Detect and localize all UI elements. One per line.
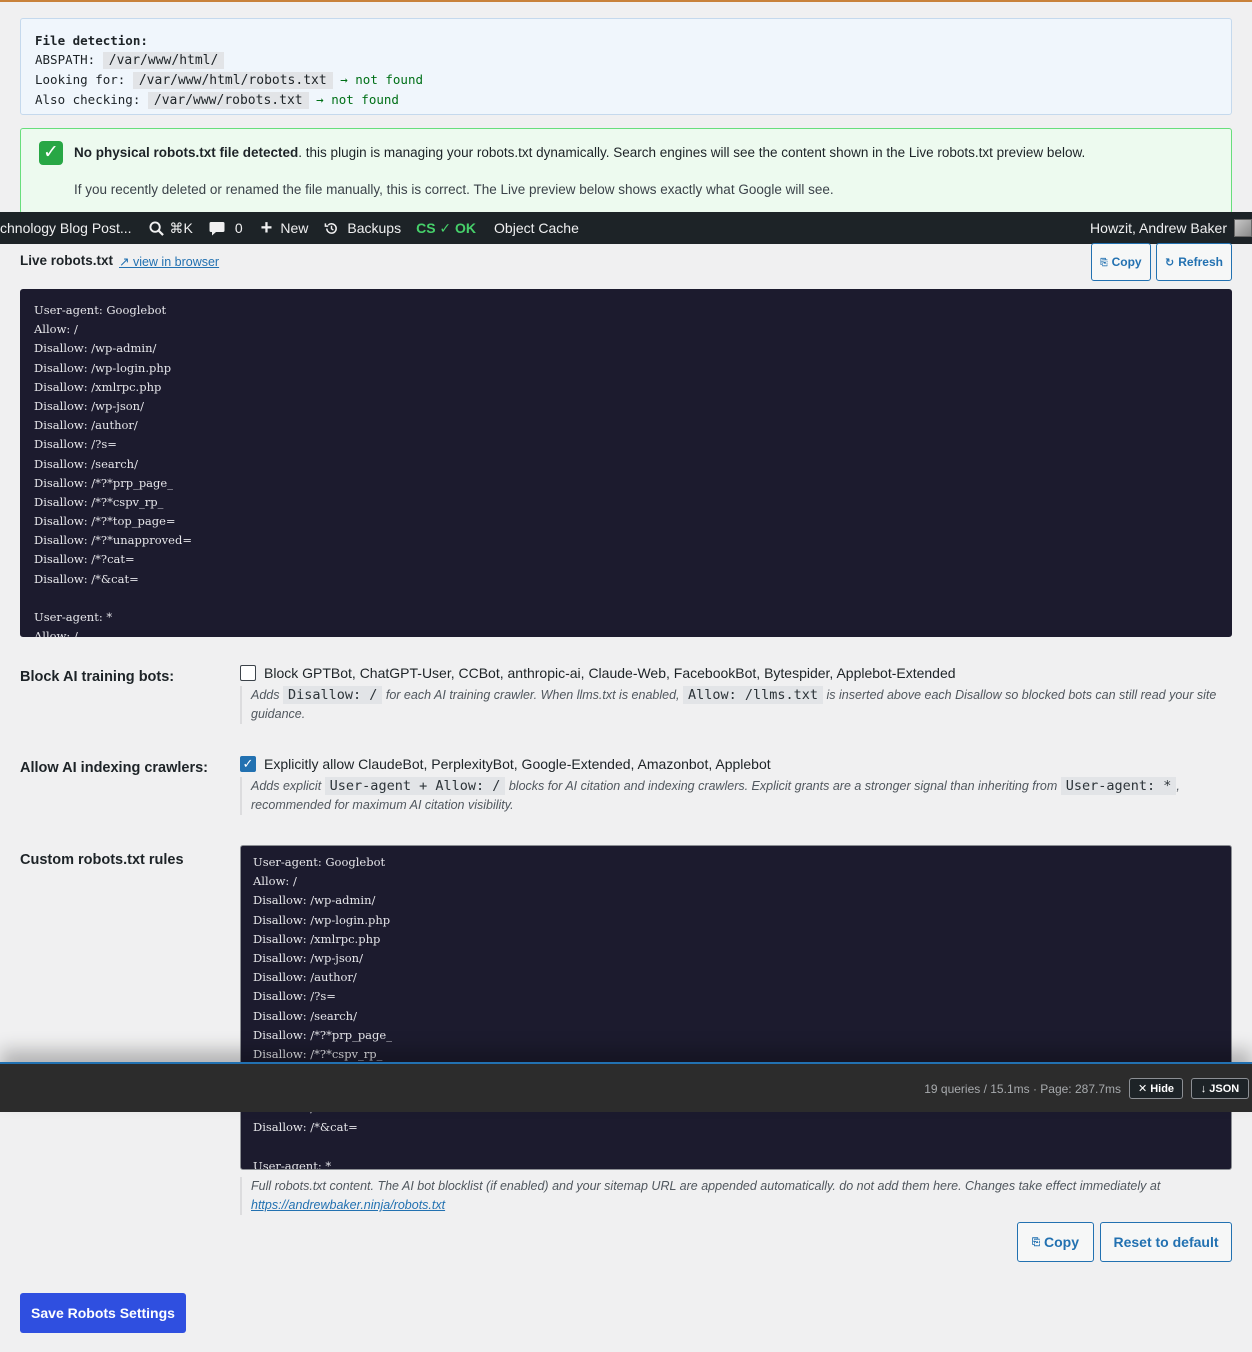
view-in-browser-link[interactable]: ↗ view in browser <box>119 254 219 269</box>
code-line: Disallow: /xmlrpc.php <box>34 379 162 394</box>
admin-search[interactable]: ⌘K <box>149 212 193 244</box>
abspath-row: ABSPATH: /var/www/html/ <box>35 50 1217 70</box>
admin-comments[interactable]: 0 <box>209 212 243 244</box>
site-name[interactable]: chnology Blog Post... <box>0 212 132 244</box>
code-line: Disallow: /wp-login.php <box>253 912 391 927</box>
plus-icon: + <box>260 217 273 239</box>
code-line: Disallow: /wp-admin/ <box>34 341 157 356</box>
code-line: Allow: / <box>34 322 78 337</box>
also-value: /var/www/robots.txt <box>147 92 309 109</box>
code-line: Disallow: /search/ <box>34 456 138 471</box>
live-robots-preview: User-agent: Googlebot Allow: / Disallow: /… <box>20 289 1232 637</box>
code-line: Disallow: /*?*prp_page_ <box>34 475 173 490</box>
looking-status: → not found <box>340 72 424 87</box>
block-ai-label: Block AI training bots: <box>20 669 175 685</box>
looking-value: /var/www/html/robots.txt <box>132 72 333 89</box>
notice-line-2: If you recently deleted or renamed the f… <box>74 182 834 197</box>
custom-rules-textarea[interactable]: User-agent: Googlebot Allow: / Disallow: /… <box>240 845 1232 1170</box>
admin-new[interactable]: + New <box>261 212 309 244</box>
block-ai-description: Adds Disallow: / for each AI training cr… <box>240 686 1232 724</box>
qm-json-button[interactable]: ↓ JSON <box>1191 1078 1249 1099</box>
custom-copy-button[interactable]: ⎘ Copy <box>1017 1222 1094 1262</box>
allow-ai-checkbox-label[interactable]: Explicitly allow ClaudeBot, PerplexityBo… <box>264 756 771 772</box>
code-line: Disallow: /*?cat= <box>34 552 135 567</box>
success-notice: ✓ No physical robots.txt file detected. … <box>20 128 1232 214</box>
notice-line-1: No physical robots.txt file detected. th… <box>74 145 1086 160</box>
code-line: Disallow: /xmlrpc.php <box>253 931 381 946</box>
code-line: Disallow: /author/ <box>253 970 357 985</box>
robots-url-link[interactable]: https://andrewbaker.ninja/robots.txt <box>251 1198 445 1212</box>
code-line: Disallow: /wp-json/ <box>253 950 363 965</box>
live-copy-button[interactable]: ⎘ Copy <box>1091 243 1151 281</box>
code-line: Disallow: /?s= <box>34 437 117 452</box>
code-line: Disallow: /wp-json/ <box>34 398 144 413</box>
code-line: User-agent: * <box>253 1158 332 1170</box>
code-line: User-agent: * <box>34 610 113 624</box>
code-line: Disallow: /search/ <box>253 1008 357 1023</box>
qm-hide-button[interactable]: ✕ Hide <box>1129 1078 1183 1099</box>
admin-bar: chnology Blog Post... ⌘K 0 + New Backups… <box>0 212 1252 244</box>
search-icon <box>149 220 164 236</box>
block-ai-checkbox[interactable] <box>240 665 256 681</box>
copy-icon: ⎘ <box>1100 256 1108 267</box>
code-line: Disallow: /*&cat= <box>34 571 139 586</box>
admin-backups[interactable]: Backups <box>324 212 401 244</box>
code-line: Allow: / <box>253 874 297 889</box>
allow-ai-checkbox[interactable]: ✓ <box>240 756 256 772</box>
my-account[interactable]: Howzit, Andrew Baker <box>1090 212 1252 244</box>
avatar <box>1234 219 1252 237</box>
also-row: Also checking: /var/www/robots.txt → not… <box>35 92 399 109</box>
code-line: Disallow: /*?*prp_page_ <box>253 1027 392 1042</box>
history-icon <box>325 222 338 234</box>
code-line: Disallow: /wp-login.php <box>34 360 172 375</box>
live-robots-label: Live robots.txt <box>20 253 114 268</box>
refresh-icon: ↻ <box>1165 256 1175 269</box>
code-line: Disallow: /author/ <box>34 418 138 433</box>
search-shortcut: ⌘K <box>169 219 193 236</box>
check-mark-icon: ✓ <box>39 141 63 165</box>
allow-ai-label: Allow AI indexing crawlers: <box>20 760 209 776</box>
comments-count: 0 <box>234 220 243 236</box>
reset-default-button[interactable]: Reset to default <box>1100 1222 1232 1262</box>
code-line: Disallow: /wp-admin/ <box>253 893 376 908</box>
code-line: Disallow: /*?*cspv_rp_ <box>34 494 164 509</box>
qm-stats: 19 queries / 15.1ms · Page: 287.7ms <box>924 1082 1121 1096</box>
allow-ai-description: Adds explicit User-agent + Allow: / bloc… <box>240 777 1232 815</box>
file-detection-heading: File detection: <box>35 33 148 48</box>
comment-icon <box>209 221 225 235</box>
live-refresh-button[interactable]: ↻ Refresh <box>1156 243 1232 281</box>
looking-row: Looking for: /var/www/html/robots.txt → … <box>35 72 424 89</box>
object-cache[interactable]: Object Cache <box>494 212 579 244</box>
code-line: Disallow: /?s= <box>253 989 336 1004</box>
also-status: → not found <box>316 92 399 107</box>
code-line: Disallow: /*?*unapproved= <box>34 533 192 548</box>
code-line: Allow: / <box>34 629 78 637</box>
code-line: User-agent: Googlebot <box>253 855 386 869</box>
custom-rules-label: Custom robots.txt rules <box>20 852 184 868</box>
greeting: Howzit, Andrew Baker <box>1090 220 1227 236</box>
code-line: Disallow: /*?*top_page= <box>34 514 176 529</box>
code-line: Disallow: /*&cat= <box>253 1120 358 1135</box>
file-detection-panel: File detection: ABSPATH: /var/www/html/ … <box>20 18 1232 115</box>
custom-rules-help: Full robots.txt content. The AI bot bloc… <box>240 1177 1232 1215</box>
query-monitor-bar: 19 queries / 15.1ms · Page: 287.7ms ✕ Hi… <box>0 1062 1252 1112</box>
abspath-value: /var/www/html/ <box>102 52 225 69</box>
copy-icon: ⎘ <box>1032 1236 1040 1248</box>
cs-status[interactable]: CS ✓ OK <box>416 212 476 244</box>
code-line: User-agent: Googlebot <box>34 303 167 317</box>
block-ai-checkbox-label[interactable]: Block GPTBot, ChatGPT-User, CCBot, anthr… <box>264 665 956 681</box>
save-robots-settings-button[interactable]: Save Robots Settings <box>20 1293 186 1333</box>
